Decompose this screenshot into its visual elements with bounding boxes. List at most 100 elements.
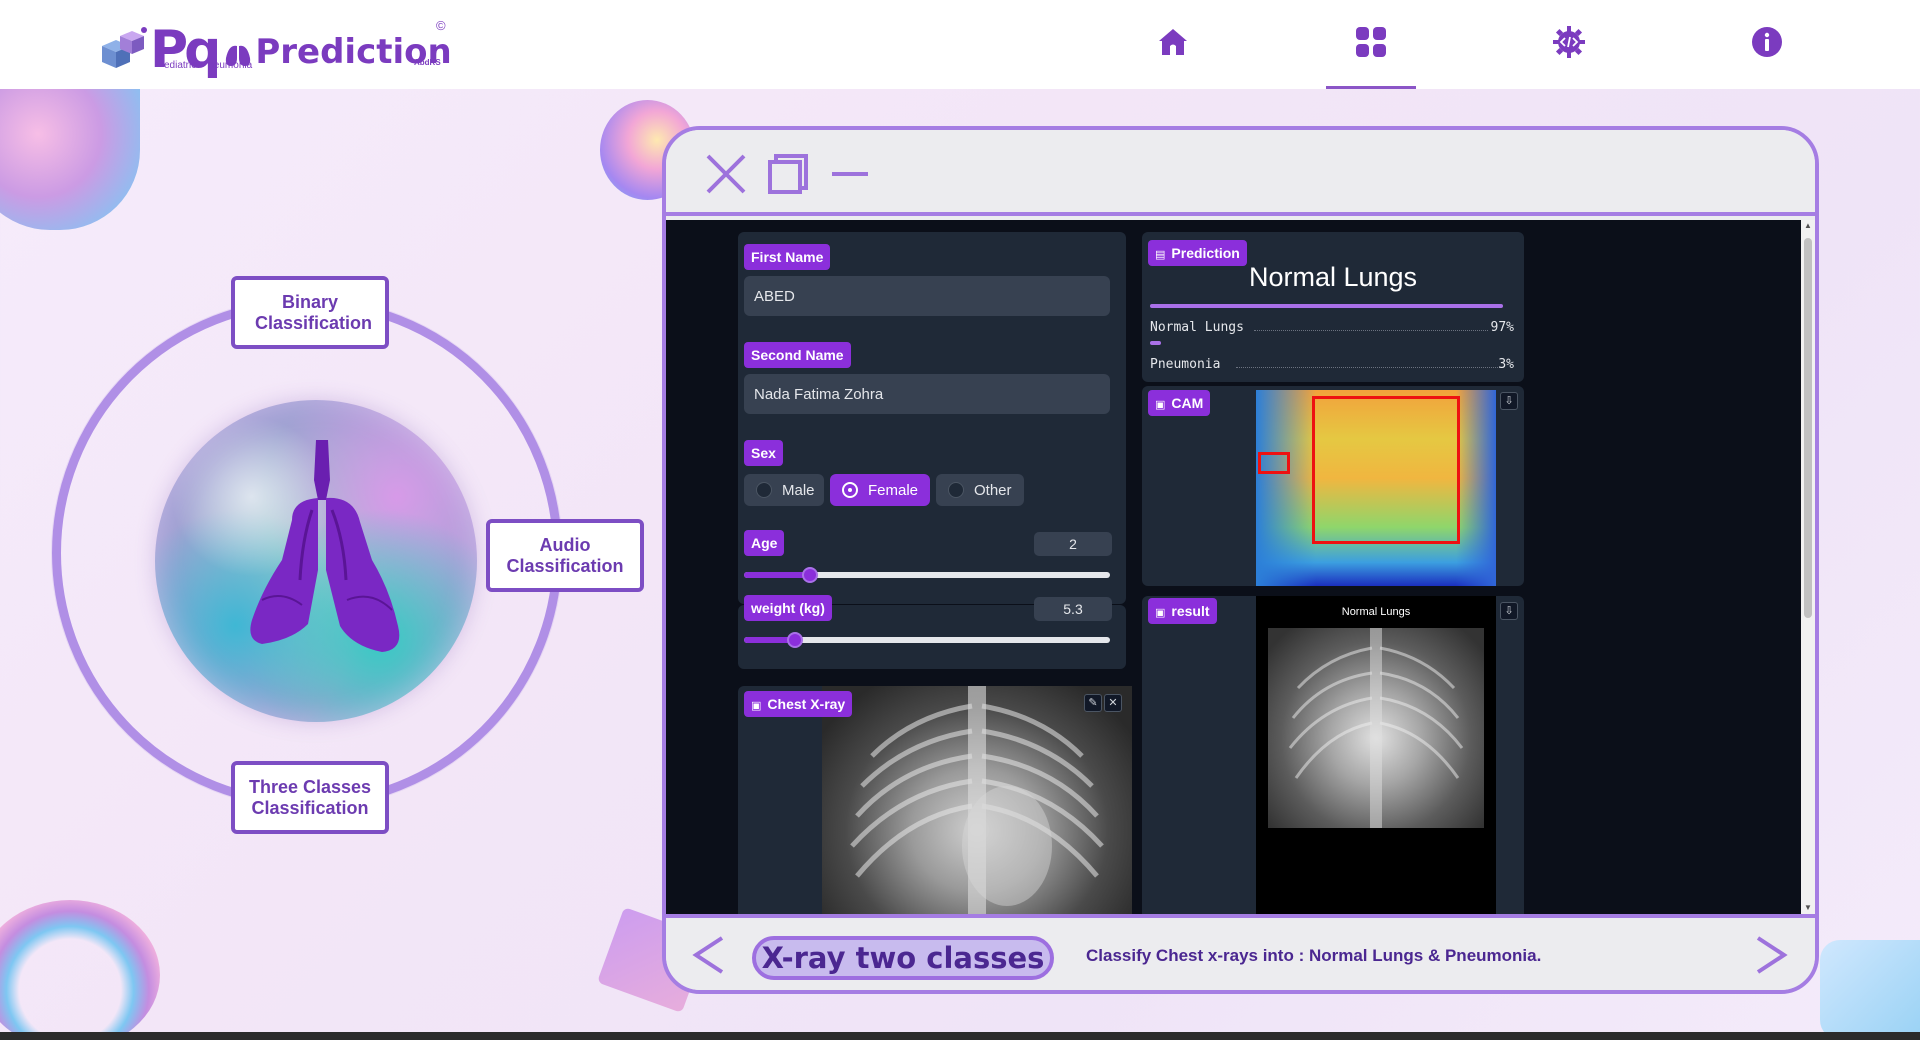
decor-blob-bottom-left — [0, 900, 160, 1040]
result-label: ▣ result — [1148, 598, 1217, 624]
audio-classification-button[interactable]: Audio Classification — [486, 519, 644, 592]
weight-number-input[interactable]: 5.3 — [1034, 597, 1112, 621]
uploaded-xray-image — [822, 686, 1132, 914]
first-name-label: First Name — [744, 244, 831, 270]
download-icon[interactable]: ⇩ — [1500, 602, 1518, 620]
top-navbar: Pq Prediction ediatric neumonia AbdRS © — [0, 0, 1920, 89]
confidence-normal: Normal Lungs 97% — [1150, 304, 1514, 340]
logo-blocks-icon — [102, 27, 147, 68]
age-label: Age — [744, 530, 785, 556]
confidence-normal-pct: 97% — [1490, 320, 1514, 335]
image-icon: ▣ — [1155, 607, 1166, 619]
next-arrow-icon[interactable] — [1752, 932, 1792, 978]
info-icon — [1752, 27, 1782, 57]
confidence-pneumonia: Pneumonia 3% — [1150, 341, 1514, 377]
scroll-up-icon[interactable]: ▲ — [1804, 222, 1812, 230]
confidence-pneumonia-bar — [1150, 341, 1161, 345]
result-xray-thumbnail — [1268, 628, 1484, 828]
confidence-pneumonia-pct: 3% — [1498, 357, 1514, 372]
confidence-normal-label: Normal Lungs — [1150, 320, 1244, 335]
sex-option-other[interactable]: Other — [936, 474, 1024, 506]
taskbar-strip — [0, 1032, 1920, 1040]
confidence-pneumonia-leader — [1236, 367, 1502, 368]
content-scrollbar[interactable]: ▲ ▼ — [1801, 220, 1815, 914]
sex-option-male-label: Male — [782, 481, 815, 499]
age-slider-handle[interactable] — [801, 567, 818, 583]
code-gear-icon — [1553, 26, 1585, 58]
audio-classification-label: Audio Classification — [506, 534, 624, 576]
cam-bbox-main — [1312, 396, 1460, 544]
logo-subtitle: ediatric neumonia — [164, 60, 264, 71]
radio-dot-selected — [842, 482, 858, 498]
age-number-input[interactable]: 2 — [1034, 532, 1112, 556]
app-content: First Name ABED Second Name Nada Fatima … — [666, 220, 1815, 914]
age-slider[interactable] — [744, 567, 1110, 583]
edit-icon[interactable]: ✎ — [1084, 694, 1102, 712]
grid-icon — [1356, 27, 1386, 57]
app-window: First Name ABED Second Name Nada Fatima … — [662, 126, 1819, 994]
prediction-panel: ▤ Prediction Normal Lungs Normal Lungs 97… — [1142, 232, 1524, 382]
binary-classification-label: Binary Classification — [255, 291, 373, 333]
window-footer: X-ray two classes Classify Chest x-rays … — [666, 914, 1815, 990]
cam-label: ▣ CAM — [1148, 390, 1211, 416]
decor-blob-top-left — [0, 70, 140, 230]
nav-dev-button[interactable] — [1549, 22, 1589, 62]
radio-dot — [756, 482, 772, 498]
confidence-normal-bar — [1150, 304, 1504, 308]
sex-option-other-label: Other — [974, 481, 1012, 499]
first-name-input[interactable]: ABED — [744, 276, 1110, 316]
cam-heatmap-image — [1256, 390, 1496, 586]
radio-dot — [948, 482, 964, 498]
model-title: X-ray two classes — [752, 936, 1054, 980]
home-icon — [1159, 29, 1187, 55]
nav-active-indicator — [1326, 86, 1416, 89]
minimize-icon[interactable] — [828, 152, 872, 196]
result-label-text: result — [1171, 603, 1210, 619]
logo-wordmark: Prediction — [255, 32, 452, 72]
weight-slider[interactable] — [744, 632, 1110, 648]
decor-blob-bottom-right — [1820, 940, 1920, 1040]
prediction-result: Normal Lungs — [1248, 262, 1418, 292]
weight-panel: weight (kg) 5.3 — [738, 595, 1126, 669]
second-name-input[interactable]: Nada Fatima Zohra — [744, 374, 1110, 414]
cam-bbox-small — [1258, 452, 1290, 474]
scroll-down-icon[interactable]: ▼ — [1804, 904, 1812, 912]
confidence-pneumonia-label: Pneumonia — [1150, 357, 1221, 372]
sex-option-male[interactable]: Male — [744, 474, 824, 506]
close-icon[interactable] — [704, 152, 748, 196]
nav-apps-button[interactable] — [1351, 22, 1391, 62]
sex-label: Sex — [744, 440, 783, 466]
result-panel: Normal Lungs ▣ result ⇩ — [1142, 596, 1524, 914]
patient-form-panel: First Name ABED Second Name Nada Fatima … — [738, 232, 1126, 604]
nav-info-button[interactable] — [1747, 22, 1787, 62]
clear-icon[interactable]: ✕ — [1104, 694, 1122, 712]
app-logo[interactable]: Pq Prediction ediatric neumonia AbdRS © — [98, 18, 452, 76]
confidence-normal-leader — [1254, 330, 1488, 331]
logo-sub-left: ediatric — [164, 60, 197, 71]
three-classes-classification-label: Three Classes Classification — [248, 776, 372, 818]
prediction-label-text: Prediction — [1171, 245, 1240, 261]
model-description: Classify Chest x-rays into : Normal Lung… — [1086, 946, 1542, 965]
maximize-icon[interactable] — [766, 152, 810, 196]
image-icon: ▣ — [751, 700, 762, 712]
result-image: Normal Lungs — [1256, 596, 1496, 914]
xray-upload-panel: ▣ Chest X-ray ✎ ✕ — [738, 686, 1132, 914]
lungs-3d-icon — [250, 440, 400, 652]
weight-slider-handle[interactable] — [787, 632, 804, 648]
download-icon[interactable]: ⇩ — [1500, 392, 1518, 410]
image-icon: ▣ — [1155, 399, 1166, 411]
previous-arrow-icon[interactable] — [688, 932, 728, 978]
age-slider-fill — [744, 572, 810, 578]
nav-home-button[interactable] — [1153, 22, 1193, 62]
window-titlebar — [666, 130, 1815, 216]
logo-registered: © — [436, 18, 446, 33]
chest-xray-label-text: Chest X-ray — [767, 696, 846, 712]
binary-classification-button[interactable]: Binary Classification — [231, 276, 389, 349]
result-image-caption: Normal Lungs — [1341, 606, 1411, 618]
xray-ribs — [850, 686, 1104, 914]
sex-option-female[interactable]: Female — [830, 474, 930, 506]
scrollbar-thumb[interactable] — [1804, 238, 1812, 618]
logo-sub-right: neumonia — [208, 60, 253, 71]
cam-panel: ▣ CAM ⇩ — [1142, 386, 1524, 586]
three-classes-classification-button[interactable]: Three Classes Classification — [231, 761, 389, 834]
